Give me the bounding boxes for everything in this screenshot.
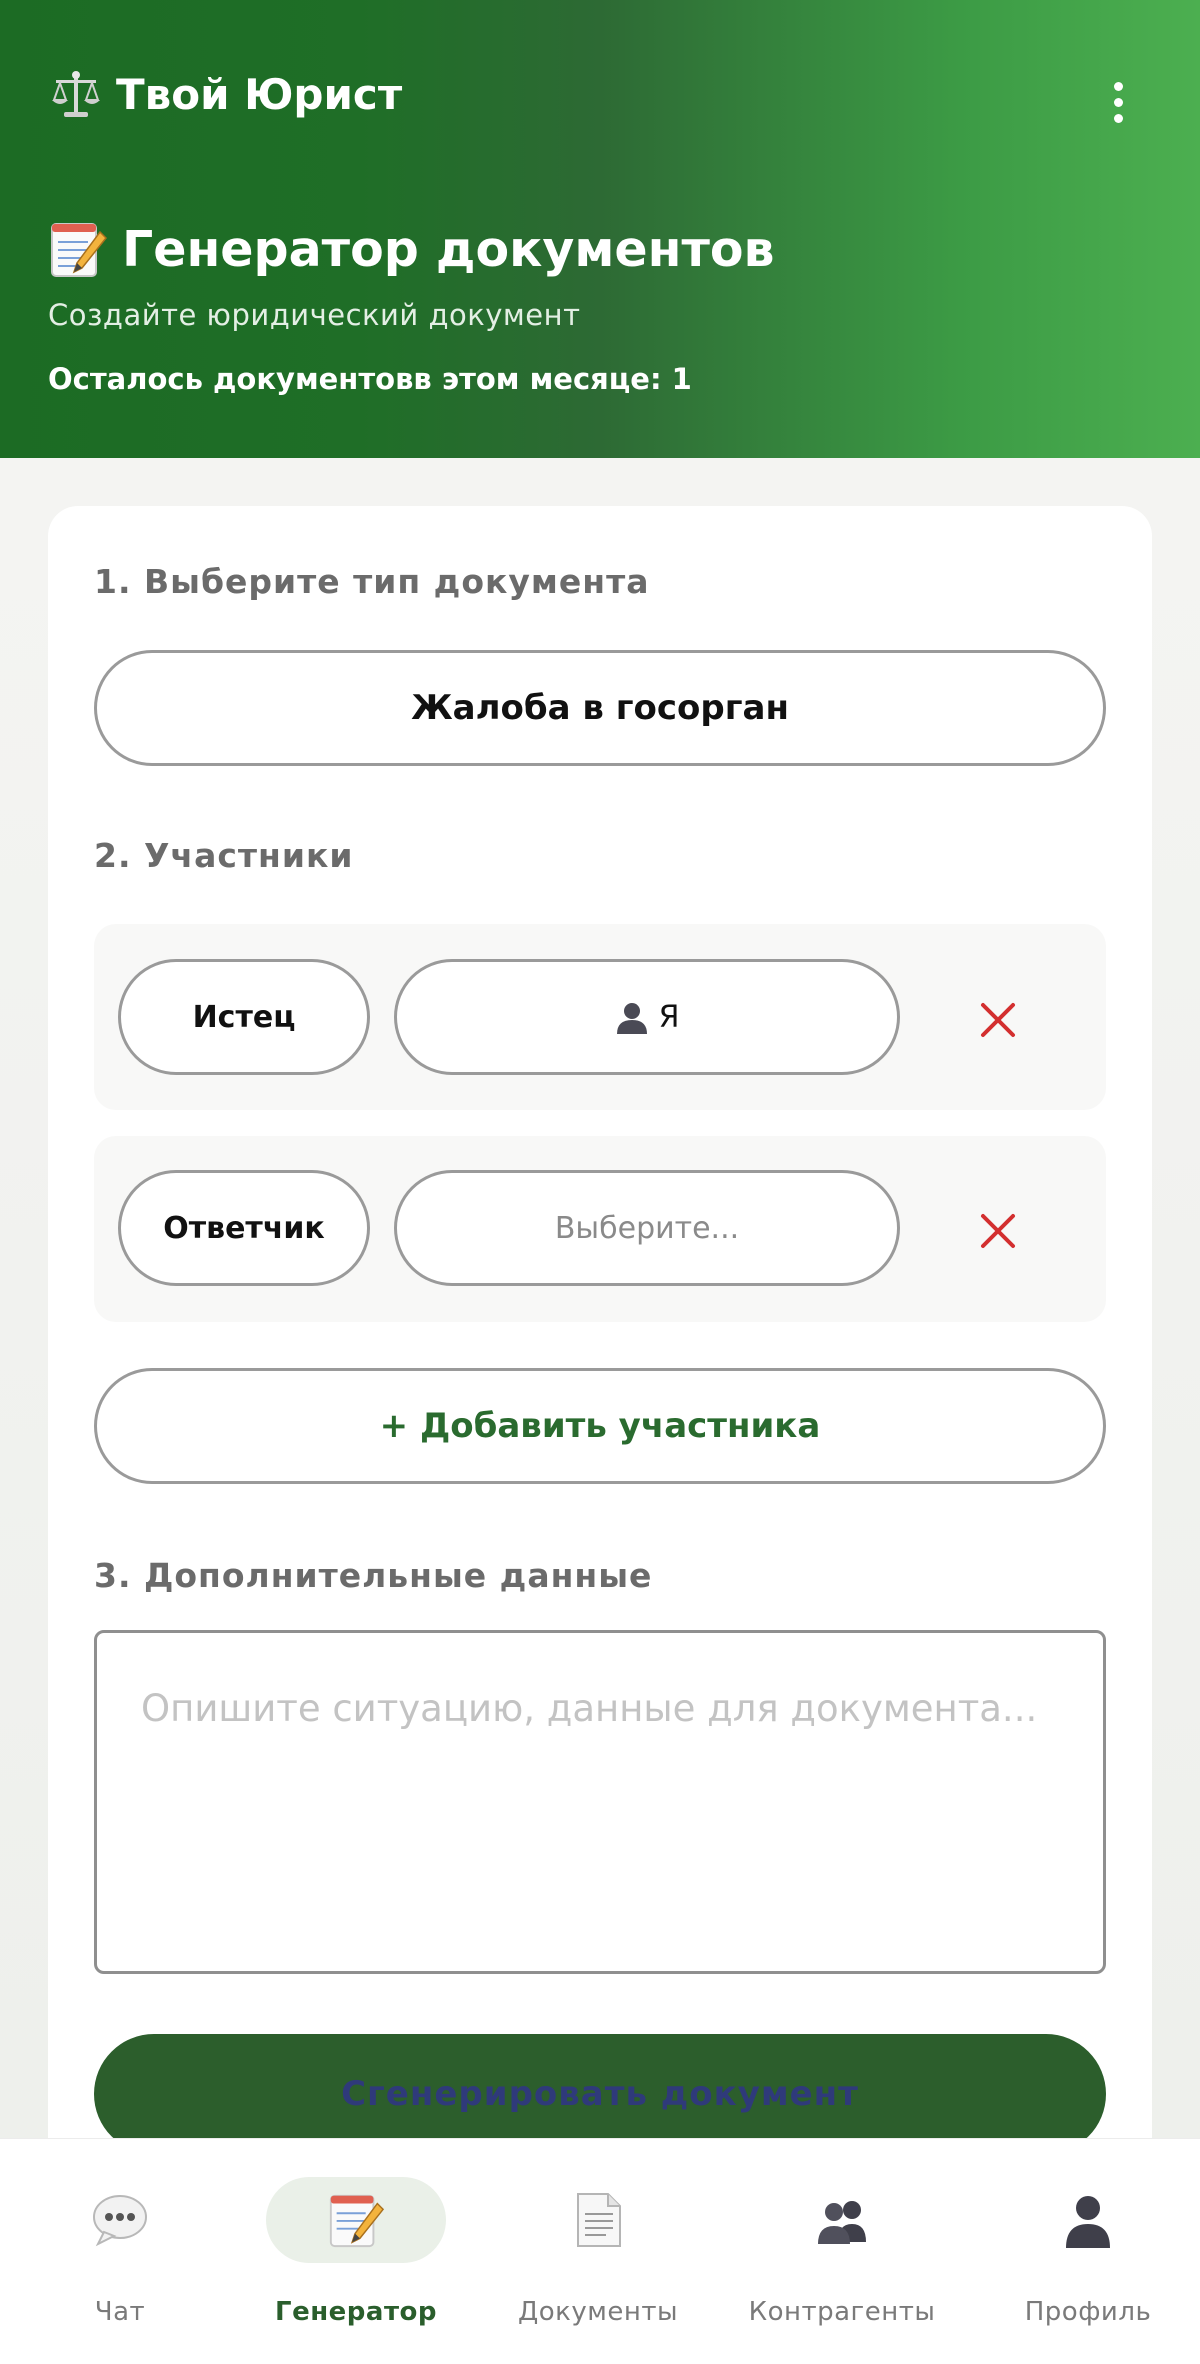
document-type-select[interactable]: Жалоба в госорган — [94, 650, 1106, 766]
bust-icon — [616, 1003, 647, 1034]
add-participant-button[interactable]: + Добавить участника — [94, 1368, 1106, 1484]
page-title-text: Генератор документов — [122, 220, 775, 278]
participant-person-select[interactable]: Выберите... — [394, 1170, 900, 1286]
user-icon — [1066, 2196, 1110, 2248]
nav-label: Профиль — [1024, 2297, 1152, 2327]
page-title: Генератор документов — [48, 218, 775, 280]
memo-icon — [329, 2194, 385, 2248]
document-icon — [577, 2193, 621, 2247]
participant-person-select[interactable]: Я — [394, 959, 900, 1075]
documents-remaining: Осталось документовв этом месяце: 1 — [48, 362, 692, 396]
participant-role-select[interactable]: Ответчик — [118, 1170, 370, 1286]
app-title-text: Твой Юрист — [116, 69, 403, 119]
bottom-navigation: Чат Генератор Документы Контрагенты Проф… — [0, 2138, 1200, 2364]
section-participants-label: 2. Участники — [94, 836, 354, 875]
details-textarea[interactable] — [94, 1630, 1106, 1974]
more-vertical-icon[interactable] — [1096, 74, 1140, 130]
nav-label: Контрагенты — [748, 2297, 936, 2327]
nav-label: Документы — [517, 2297, 679, 2327]
generate-document-button[interactable]: Сгенерировать документ — [94, 2034, 1106, 2154]
section-document-type-label: 1. Выберите тип документа — [94, 562, 650, 601]
nav-item-profile[interactable]: Профиль — [968, 2139, 1200, 2364]
nav-item-chat[interactable]: Чат — [0, 2139, 240, 2364]
nav-item-contractors[interactable]: Контрагенты — [722, 2139, 962, 2364]
balance-scale-icon — [52, 71, 100, 117]
people-icon — [818, 2201, 866, 2244]
page-subtitle: Создайте юридический документ — [48, 298, 581, 332]
section-details-label: 3. Дополнительные данные — [94, 1556, 653, 1595]
participant-role-select[interactable]: Истец — [118, 959, 370, 1075]
app-header: Твой Юрист Генератор документов Создайте… — [0, 0, 1200, 458]
nav-label: Чат — [94, 2297, 146, 2327]
nav-item-documents[interactable]: Документы — [478, 2139, 718, 2364]
app-title: Твой Юрист — [48, 66, 402, 122]
memo-icon — [51, 223, 108, 277]
close-icon[interactable] — [968, 990, 1028, 1050]
nav-label: Генератор — [275, 2297, 437, 2327]
speech-bubble-icon — [93, 2195, 147, 2247]
close-icon[interactable] — [968, 1201, 1028, 1261]
participant-person-label: Я — [658, 999, 680, 1035]
nav-item-generator[interactable]: Генератор — [236, 2139, 476, 2364]
